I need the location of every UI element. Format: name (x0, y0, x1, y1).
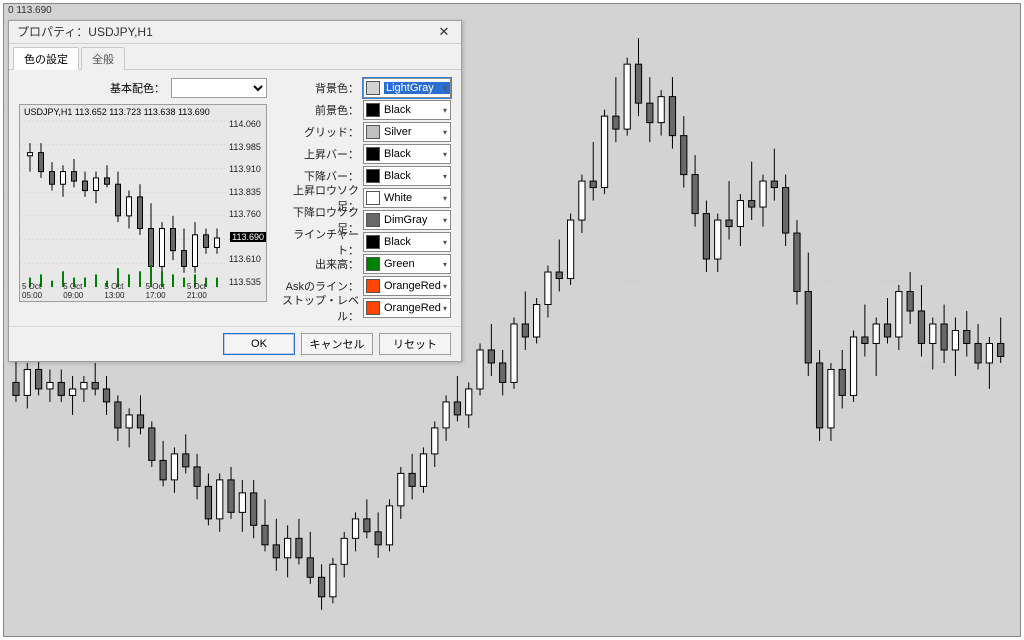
scheme-select[interactable] (171, 78, 267, 98)
reset-button[interactable]: リセット (379, 333, 451, 355)
color-name: Black (384, 170, 450, 182)
color-name: Black (384, 236, 450, 248)
option-label: ラインチャート： (277, 226, 359, 258)
dialog-titlebar[interactable]: プロパティ：USDJPY,H1 ✕ (9, 21, 461, 44)
color-select-8[interactable]: Green▾ (363, 254, 451, 274)
option-label: 前景色： (277, 102, 359, 118)
dialog-title-text: プロパティ：USDJPY,H1 (9, 21, 427, 43)
color-select-7[interactable]: Black▾ (363, 232, 451, 252)
option-label: 背景色： (277, 80, 359, 96)
chart-status-bar: 0 113.690 (4, 4, 1021, 18)
color-swatch-icon (366, 81, 380, 95)
chevron-down-icon: ▾ (443, 282, 447, 291)
preview-y-axis: 114.060113.985113.910113.835113.760113.6… (229, 119, 265, 287)
chevron-down-icon: ▾ (443, 238, 447, 247)
color-swatch-icon (366, 169, 380, 183)
color-select-10[interactable]: OrangeRed▾ (363, 298, 451, 318)
chevron-down-icon: ▾ (443, 216, 447, 225)
option-label: グリッド： (277, 124, 359, 140)
color-swatch-icon (366, 147, 380, 161)
tab-general[interactable]: 全般 (81, 47, 125, 70)
chevron-down-icon: ▾ (443, 194, 447, 203)
option-label: ストップ・レベル： (277, 292, 359, 324)
color-select-9[interactable]: OrangeRed▾ (363, 276, 451, 296)
chevron-down-icon: ▾ (443, 304, 447, 313)
preview-current-price: 113.690 (230, 232, 266, 242)
color-name: OrangeRed (384, 280, 450, 292)
close-icon[interactable]: ✕ (427, 21, 461, 43)
properties-dialog: プロパティ：USDJPY,H1 ✕ 色の設定 全般 基本配色： USDJPY,H… (8, 20, 462, 362)
color-select-5[interactable]: White▾ (363, 188, 451, 208)
color-swatch-icon (366, 125, 380, 139)
option-label: 出来高： (277, 256, 359, 272)
color-swatch-icon (366, 103, 380, 117)
color-swatch-icon (366, 301, 380, 315)
color-swatch-icon (366, 191, 380, 205)
chevron-down-icon: ▾ (443, 172, 447, 181)
color-name: Black (384, 104, 450, 116)
color-name: White (384, 192, 450, 204)
color-select-2[interactable]: Silver▾ (363, 122, 451, 142)
chevron-down-icon: ▾ (443, 260, 447, 269)
color-name: LightGray (384, 82, 450, 94)
option-label: 上昇バー： (277, 146, 359, 162)
preview-chart-svg (20, 105, 228, 301)
scheme-label: 基本配色： (110, 80, 165, 96)
ok-button[interactable]: OK (223, 333, 295, 355)
color-swatch-icon (366, 257, 380, 271)
color-name: OrangeRed (384, 302, 450, 314)
color-select-4[interactable]: Black▾ (363, 166, 451, 186)
color-name: Silver (384, 126, 450, 138)
chevron-down-icon: ▾ (443, 84, 447, 93)
tab-colors[interactable]: 色の設定 (13, 47, 79, 70)
color-swatch-icon (366, 235, 380, 249)
color-name: Black (384, 148, 450, 160)
color-select-1[interactable]: Black▾ (363, 100, 451, 120)
color-name: Green (384, 258, 450, 270)
color-select-6[interactable]: DimGray▾ (363, 210, 451, 230)
color-select-0[interactable]: LightGray▾ (363, 78, 451, 98)
cancel-button[interactable]: キャンセル (301, 333, 373, 355)
preview-x-axis: 5 Oct 05:005 Oct 09:005 Oct 13:005 Oct 1… (22, 282, 228, 300)
color-swatch-icon (366, 279, 380, 293)
color-swatch-icon (366, 213, 380, 227)
color-select-3[interactable]: Black▾ (363, 144, 451, 164)
color-name: DimGray (384, 214, 450, 226)
chevron-down-icon: ▾ (443, 128, 447, 137)
chevron-down-icon: ▾ (443, 150, 447, 159)
chevron-down-icon: ▾ (443, 106, 447, 115)
chart-preview: USDJPY,H1 113.652 113.723 113.638 113.69… (19, 104, 267, 302)
